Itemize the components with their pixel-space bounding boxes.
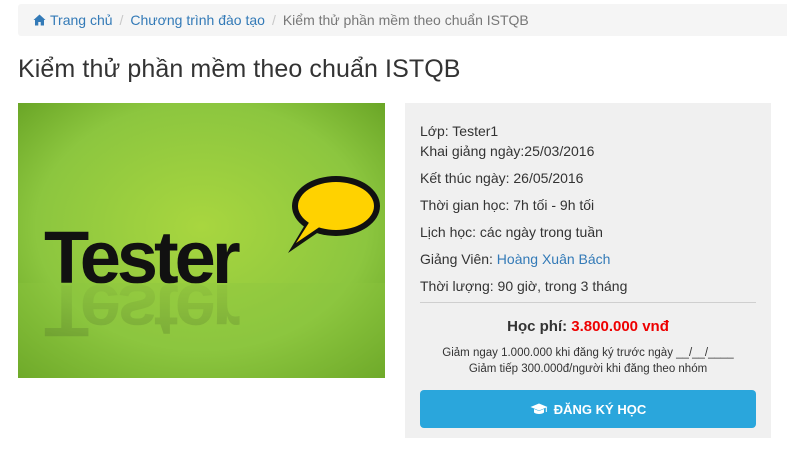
course-time: Thời gian học: 7h tối - 9h tối	[420, 197, 595, 213]
course-class: Lớp: Tester1	[420, 123, 499, 139]
page-title: Kiểm thử phần mềm theo chuẩn ISTQB	[18, 55, 461, 83]
breadcrumb: Trang chủ / Chương trình đào tạo / Kiểm …	[18, 4, 787, 36]
graduation-cap-icon	[530, 403, 548, 414]
breadcrumb-current: Kiểm thử phần mềm theo chuẩn ISTQB	[282, 12, 529, 28]
course-end-date: Kết thúc ngày: 26/05/2016	[420, 170, 584, 186]
divider	[420, 302, 756, 303]
course-info-panel: Lớp: Tester1 Khai giảng ngày:25/03/2016 …	[405, 103, 771, 438]
register-button[interactable]: ĐĂNG KÝ HỌC	[420, 390, 756, 428]
course-start-date: Khai giảng ngày:25/03/2016	[420, 143, 595, 159]
course-fee: Học phí: 3.800.000 vnđ	[420, 317, 756, 337]
instructor-link[interactable]: Hoàng Xuân Bách	[497, 251, 611, 267]
instructor-label: Giảng Viên:	[420, 251, 497, 267]
discount-info: Giảm ngay 1.000.000 khi đăng ký trước ng…	[420, 345, 756, 377]
breadcrumb-separator: /	[119, 12, 124, 28]
fee-price: 3.800.000 vnđ	[571, 318, 669, 335]
breadcrumb-home-label: Trang chủ	[50, 12, 113, 28]
fee-label: Học phí:	[507, 318, 572, 335]
register-button-label: ĐĂNG KÝ HỌC	[553, 401, 647, 417]
breadcrumb-home-link[interactable]: Trang chủ	[33, 12, 113, 28]
breadcrumb-programs-link[interactable]: Chương trình đào tạo	[130, 12, 265, 28]
tester-illustration: Tester Tester	[18, 103, 385, 378]
course-image: Tester Tester	[18, 103, 385, 378]
course-instructor: Giảng Viên: Hoàng Xuân Bách	[420, 249, 756, 269]
discount-line-early: Giảm ngay 1.000.000 khi đăng ký trước ng…	[442, 347, 734, 359]
discount-line-group: Giảm tiếp 300.000đ/người khi đăng theo n…	[468, 363, 708, 375]
course-schedule: Lịch học: các ngày trong tuần	[420, 224, 603, 240]
home-icon	[33, 14, 46, 26]
course-duration: Thời lượng: 90 giờ, trong 3 tháng	[420, 278, 628, 294]
breadcrumb-separator: /	[271, 12, 276, 28]
